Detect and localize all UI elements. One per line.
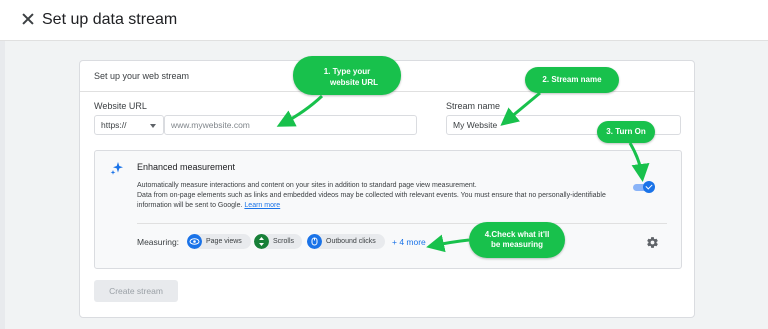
annotation-text: be measuring bbox=[490, 240, 543, 249]
gear-icon[interactable] bbox=[646, 236, 659, 249]
close-icon[interactable] bbox=[22, 13, 34, 25]
outbound-icon bbox=[307, 234, 322, 249]
more-events-link[interactable]: + 4 more bbox=[392, 237, 426, 247]
chip-page-views: Page views bbox=[187, 234, 251, 249]
chip-label: Scrolls bbox=[273, 238, 295, 245]
protocol-select[interactable]: https:// bbox=[94, 115, 164, 135]
annotation-step-4: 4.Check what it'll be measuring bbox=[469, 222, 565, 258]
stream-name-label: Stream name bbox=[446, 101, 501, 111]
card-heading: Set up your web stream bbox=[94, 71, 190, 81]
enhanced-measurement-panel: Enhanced measurement Automatically measu… bbox=[94, 150, 682, 269]
enhanced-measurement-title: Enhanced measurement bbox=[137, 162, 236, 172]
web-stream-card: Set up your web stream Website URL https… bbox=[79, 60, 695, 318]
eye-icon bbox=[187, 234, 202, 249]
stream-name-value: My Website bbox=[453, 120, 498, 130]
dialog-header: Set up data stream bbox=[0, 0, 768, 41]
description-line-2: Data from on-page elements such as links… bbox=[137, 192, 606, 209]
dialog-title: Set up data stream bbox=[42, 11, 178, 28]
description-line-1: Automatically measure interactions and c… bbox=[137, 182, 477, 189]
side-navigation-edge bbox=[0, 40, 5, 329]
learn-more-link[interactable]: Learn more bbox=[244, 202, 280, 209]
annotation-text: 1. Type your bbox=[323, 67, 371, 76]
create-stream-button[interactable]: Create stream bbox=[94, 280, 178, 302]
website-url-input[interactable]: www.mywebsite.com bbox=[164, 115, 417, 135]
chip-scrolls: Scrolls bbox=[254, 234, 302, 249]
annotation-step-3: 3. Turn On bbox=[597, 121, 655, 143]
chip-label: Page views bbox=[206, 238, 242, 245]
website-url-label: Website URL bbox=[94, 101, 147, 111]
check-icon bbox=[643, 181, 655, 193]
annotation-step-1: 1. Type your website URL bbox=[293, 56, 401, 95]
annotation-text: website URL bbox=[329, 78, 378, 87]
divider bbox=[137, 223, 667, 224]
chip-outbound-clicks: Outbound clicks bbox=[307, 234, 385, 249]
scroll-icon bbox=[254, 234, 269, 249]
chevron-down-icon bbox=[150, 124, 156, 128]
annotation-step-2: 2. Stream name bbox=[525, 67, 619, 93]
chip-label: Outbound clicks bbox=[326, 238, 376, 245]
measuring-label: Measuring: bbox=[137, 237, 180, 247]
enhanced-measurement-description: Automatically measure interactions and c… bbox=[137, 181, 607, 211]
sparkle-icon bbox=[110, 162, 123, 175]
annotation-text: 4.Check what it'll bbox=[484, 230, 550, 239]
annotation-text: 2. Stream name bbox=[542, 75, 602, 84]
enhanced-measurement-toggle[interactable] bbox=[633, 181, 655, 193]
protocol-value: https:// bbox=[101, 120, 127, 130]
url-placeholder: www.mywebsite.com bbox=[171, 120, 250, 130]
annotation-text: 3. Turn On bbox=[606, 127, 646, 136]
